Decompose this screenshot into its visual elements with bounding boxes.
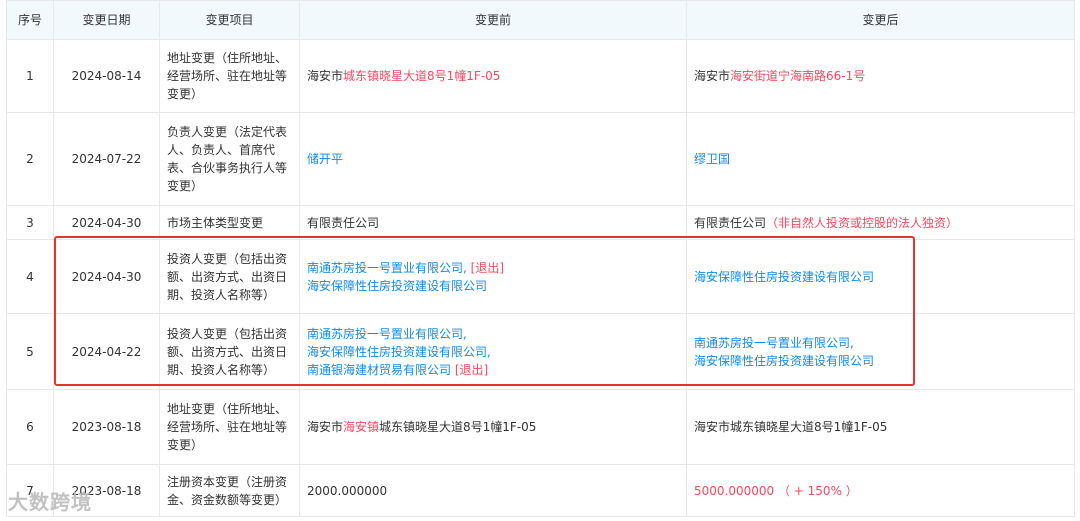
before-line: 海安保障性住房投资建设有限公司, xyxy=(307,343,679,361)
after-line: 5000.000000 （ + 150% ） xyxy=(694,482,1067,500)
row-after: 5000.000000 （ + 150% ） xyxy=(686,464,1075,517)
row-after: 海安市海安街道宁海南路66-1号 xyxy=(686,39,1075,113)
header-after: 变更后 xyxy=(686,0,1075,40)
row-after: 海安市城东镇晓星大道8号1幢1F-05 xyxy=(686,389,1075,465)
changed-text: 海安镇 xyxy=(343,420,380,434)
before-line: 储开平 xyxy=(307,150,679,168)
after-line: 有限责任公司（非自然人投资或控股的法人独资） xyxy=(694,214,1067,232)
row-date: 2024-07-22 xyxy=(53,112,160,206)
change-record-table: 序号 变更日期 变更项目 变更前 变更后 1 2024-08-14 地址变更（住所地… xyxy=(6,0,1075,517)
before-line: 南通苏房投一号置业有限公司, [退出] xyxy=(307,259,679,277)
table-row: 4 2024-04-30 投资人变更（包括出资额、出资方式、出资日期、投资人名称等）… xyxy=(6,239,1075,314)
row-index: 3 xyxy=(6,205,54,240)
changed-text: [退出] xyxy=(451,362,489,377)
company-link[interactable]: 南通苏房投一号置业有限公司, xyxy=(307,261,467,275)
row-change-item: 地址变更（住所地址、经营场所、驻在地址等变更） xyxy=(159,389,300,465)
row-change-item: 注册资本变更（注册资金、资金数额等变更） xyxy=(159,464,300,517)
row-after: 海安保障性住房投资建设有限公司 xyxy=(686,239,1075,314)
plain-text: 海安市城东镇晓星大道8号1幢1F-05 xyxy=(694,420,888,434)
row-date: 2024-04-30 xyxy=(53,205,160,240)
row-before: 2000.000000 xyxy=(299,464,687,517)
header-item: 变更项目 xyxy=(159,0,300,40)
plain-text: 城东镇晓星大道8号1幢1F-05 xyxy=(379,420,537,434)
after-line: 缪卫国 xyxy=(694,150,1067,168)
row-index: 6 xyxy=(6,389,54,465)
row-index: 2 xyxy=(6,112,54,206)
table-row: 7 2023-08-18 注册资本变更（注册资金、资金数额等变更） 2000.0000… xyxy=(6,464,1075,517)
row-index: 1 xyxy=(6,39,54,113)
company-link[interactable]: 海安保障性住房投资建设有限公司, xyxy=(307,345,491,359)
before-line: 海安保障性住房投资建设有限公司 xyxy=(307,277,679,295)
row-before: 储开平 xyxy=(299,112,687,206)
after-line: 海安市城东镇晓星大道8号1幢1F-05 xyxy=(694,418,1067,436)
watermark-logo: 大数跨境 xyxy=(8,490,92,514)
changed-text: 海安街道宁海南路66-1号 xyxy=(730,69,866,83)
row-index: 5 xyxy=(6,313,54,390)
before-line: 2000.000000 xyxy=(307,482,679,500)
row-before: 有限责任公司 xyxy=(299,205,687,240)
row-before: 海安市城东镇晓星大道8号1幢1F-05 xyxy=(299,39,687,113)
header-index: 序号 xyxy=(6,0,54,40)
plain-text: 海安市 xyxy=(694,69,731,83)
row-before: 南通苏房投一号置业有限公司, [退出] 海安保障性住房投资建设有限公司 xyxy=(299,239,687,314)
row-index: 4 xyxy=(6,239,54,314)
after-line: 海安市海安街道宁海南路66-1号 xyxy=(694,67,1067,85)
plain-text: 海安市 xyxy=(307,420,344,434)
plain-text: 2000.000000 xyxy=(307,483,388,498)
row-date: 2024-04-22 xyxy=(53,313,160,390)
row-date: 2024-08-14 xyxy=(53,39,160,113)
company-link[interactable]: 南通银海建材贸易有限公司 xyxy=(307,363,451,377)
header-before: 变更前 xyxy=(299,0,687,40)
company-link[interactable]: 海安保障性住房投资建设有限公司 xyxy=(307,279,487,293)
company-link[interactable]: 缪卫国 xyxy=(694,152,730,166)
table-row: 2 2024-07-22 负责人变更（法定代表人、负责人、首席代表、合伙事务执行人等… xyxy=(6,112,1075,206)
plain-text: 海安市 xyxy=(307,69,344,83)
changed-text: 城东镇晓星大道8号1幢1F-05 xyxy=(343,69,501,83)
changed-text: 5000.000000 （ + 150% ） xyxy=(694,483,858,498)
before-line: 海安市城东镇晓星大道8号1幢1F-05 xyxy=(307,67,679,85)
company-link[interactable]: 南通苏房投一号置业有限公司, xyxy=(307,327,467,341)
row-change-item: 地址变更（住所地址、经营场所、驻在地址等变更） xyxy=(159,39,300,113)
before-line: 南通苏房投一号置业有限公司, xyxy=(307,325,679,343)
row-date: 2024-04-30 xyxy=(53,239,160,314)
company-link[interactable]: 海安保障性住房投资建设有限公司 xyxy=(694,354,874,368)
before-line: 南通银海建材贸易有限公司 [退出] xyxy=(307,361,679,379)
row-after: 缪卫国 xyxy=(686,112,1075,206)
table-row: 1 2024-08-14 地址变更（住所地址、经营场所、驻在地址等变更） 海安市城东镇… xyxy=(6,39,1075,113)
table-row: 3 2024-04-30 市场主体类型变更 有限责任公司 有限责任公司（非自然人投资或控… xyxy=(6,205,1075,240)
row-after: 有限责任公司（非自然人投资或控股的法人独资） xyxy=(686,205,1075,240)
before-line: 有限责任公司 xyxy=(307,214,679,232)
plain-text: 有限责任公司 xyxy=(307,215,380,230)
row-change-item: 投资人变更（包括出资额、出资方式、出资日期、投资人名称等） xyxy=(159,239,300,314)
changed-text: [退出] xyxy=(466,260,505,275)
row-before: 南通苏房投一号置业有限公司, 海安保障性住房投资建设有限公司, 南通银海建材贸易有限… xyxy=(299,313,687,390)
before-line: 海安市海安镇城东镇晓星大道8号1幢1F-05 xyxy=(307,418,679,436)
after-line: 南通苏房投一号置业有限公司, xyxy=(694,334,1067,352)
row-change-item: 投资人变更（包括出资额、出资方式、出资日期、投资人名称等） xyxy=(159,313,300,390)
changed-text: （非自然人投资或控股的法人独资） xyxy=(766,215,959,230)
plain-text: 有限责任公司 xyxy=(694,215,767,230)
table-row: 5 2024-04-22 投资人变更（包括出资额、出资方式、出资日期、投资人名称等）… xyxy=(6,313,1075,390)
row-change-item: 市场主体类型变更 xyxy=(159,205,300,240)
row-after: 南通苏房投一号置业有限公司, 海安保障性住房投资建设有限公司 xyxy=(686,313,1075,390)
row-before: 海安市海安镇城东镇晓星大道8号1幢1F-05 xyxy=(299,389,687,465)
company-link[interactable]: 南通苏房投一号置业有限公司, xyxy=(694,336,854,350)
after-line: 海安保障性住房投资建设有限公司 xyxy=(694,352,1067,370)
row-change-item: 负责人变更（法定代表人、负责人、首席代表、合伙事务执行人等变更） xyxy=(159,112,300,206)
header-date: 变更日期 xyxy=(53,0,160,40)
table-row: 6 2023-08-18 地址变更（住所地址、经营场所、驻在地址等变更） 海安市海安镇… xyxy=(6,389,1075,465)
company-link[interactable]: 储开平 xyxy=(307,152,343,166)
table-header-row: 序号 变更日期 变更项目 变更前 变更后 xyxy=(6,0,1075,40)
row-date: 2023-08-18 xyxy=(53,389,160,465)
company-link[interactable]: 海安保障性住房投资建设有限公司 xyxy=(694,270,874,284)
after-line: 海安保障性住房投资建设有限公司 xyxy=(694,268,1067,286)
